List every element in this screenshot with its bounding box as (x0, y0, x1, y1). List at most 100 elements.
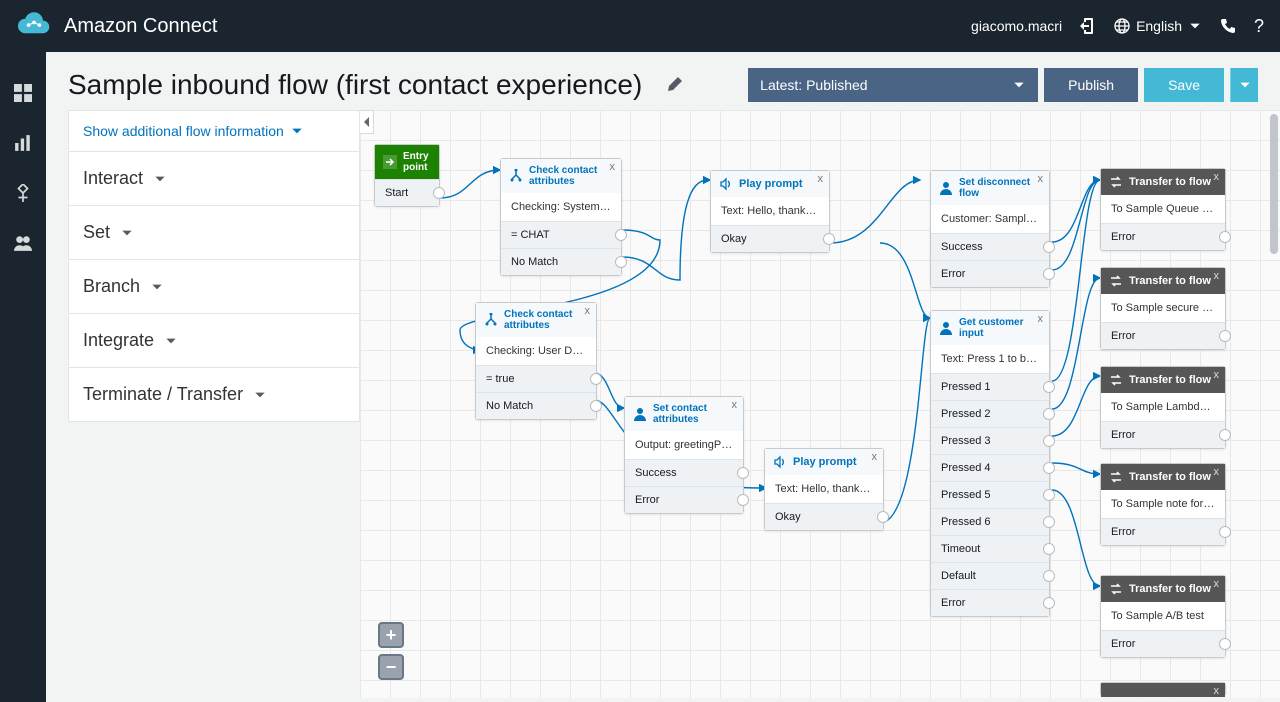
port[interactable]: Error (931, 260, 1049, 287)
node-header: Check contact attributes x (476, 303, 596, 337)
port[interactable]: Error (1101, 518, 1225, 545)
close-icon[interactable]: x (1214, 270, 1220, 282)
port[interactable]: Pressed 2 (931, 400, 1049, 427)
port[interactable]: Pressed 5 (931, 481, 1049, 508)
palette-category-interact[interactable]: Interact (69, 151, 359, 205)
chevron-down-icon (1188, 19, 1202, 33)
version-dropdown[interactable]: Latest: Published (748, 68, 1038, 102)
branch-icon (509, 169, 523, 183)
chevron-down-icon (150, 280, 164, 294)
port[interactable]: Timeout (931, 535, 1049, 562)
palette-category-terminate[interactable]: Terminate / Transfer (69, 367, 359, 421)
palette-category-set[interactable]: Set (69, 205, 359, 259)
node-set-contact-attributes[interactable]: Set contact attributes x Output: greetin… (624, 396, 744, 514)
help-button[interactable]: ? (1254, 16, 1264, 37)
port[interactable]: Error (625, 486, 743, 513)
person-icon (939, 321, 953, 335)
close-icon[interactable]: x (610, 161, 616, 173)
person-icon (633, 407, 647, 421)
node-header: Play prompt x (711, 171, 829, 197)
node-transfer-flow-6[interactable]: x (1100, 682, 1226, 696)
phone-button[interactable] (1220, 18, 1236, 34)
node-subtitle: To Sample A/B test (1101, 602, 1225, 630)
close-icon[interactable]: x (1214, 685, 1220, 697)
node-transfer-flow-2[interactable]: Transfer to flow x To Sample secure inpu… (1100, 267, 1226, 350)
port[interactable]: = CHAT (501, 221, 621, 248)
close-icon[interactable]: x (585, 305, 591, 317)
port[interactable]: Error (1101, 223, 1225, 250)
routing-icon[interactable] (14, 184, 32, 202)
node-play-prompt-2[interactable]: Play prompt x Text: Hello, thanks for ca… (764, 448, 884, 531)
port[interactable]: Success (931, 233, 1049, 260)
close-icon[interactable]: x (1214, 466, 1220, 478)
pencil-icon[interactable] (666, 77, 682, 93)
port-start[interactable]: Start (375, 179, 439, 206)
node-subtitle: Checking: User Defined, gr... (476, 337, 596, 365)
close-icon[interactable]: x (1214, 578, 1220, 590)
zoom-out-button[interactable]: − (378, 654, 404, 680)
flow-canvas[interactable]: Entry point Start Check contact attribut… (360, 110, 1280, 698)
port[interactable]: Default (931, 562, 1049, 589)
node-header: Play prompt x (765, 449, 883, 475)
node-get-customer-input[interactable]: Get customer input x Text: Press 1 to be… (930, 310, 1050, 617)
node-header: Transfer to flow x (1101, 367, 1225, 393)
collapse-palette-button[interactable] (360, 110, 374, 134)
port[interactable]: Error (1101, 630, 1225, 657)
node-transfer-flow-1[interactable]: Transfer to flow x To Sample Queue Confi… (1100, 168, 1226, 251)
port[interactable]: Error (1101, 421, 1225, 448)
save-dropdown-button[interactable] (1230, 68, 1258, 102)
close-icon[interactable]: x (1214, 171, 1220, 183)
vertical-scrollbar[interactable] (1270, 114, 1278, 254)
node-set-disconnect-flow[interactable]: Set disconnect flow x Customer: Sample d… (930, 170, 1050, 288)
close-icon[interactable]: x (872, 451, 878, 463)
page-title: Sample inbound flow (first contact exper… (68, 69, 642, 101)
save-button[interactable]: Save (1144, 68, 1224, 102)
node-subtitle: To Sample note for screen... (1101, 490, 1225, 518)
phone-icon (1220, 18, 1236, 34)
chevron-down-icon (120, 226, 134, 240)
logo[interactable]: Amazon Connect (16, 11, 217, 41)
node-header: Set contact attributes x (625, 397, 743, 431)
node-transfer-flow-3[interactable]: Transfer to flow x To Sample Lambda inte… (1100, 366, 1226, 449)
zoom-in-button[interactable]: + (378, 622, 404, 648)
node-play-prompt-1[interactable]: Play prompt x Text: Hello, thanks for co… (710, 170, 830, 253)
port[interactable]: = true (476, 365, 596, 392)
node-transfer-flow-4[interactable]: Transfer to flow x To Sample note for sc… (1100, 463, 1226, 546)
metrics-icon[interactable] (14, 134, 32, 152)
transfer-icon (1109, 175, 1123, 189)
port[interactable]: Pressed 3 (931, 427, 1049, 454)
port[interactable]: Pressed 6 (931, 508, 1049, 535)
node-header: x (1101, 683, 1225, 697)
palette-category-integrate[interactable]: Integrate (69, 313, 359, 367)
publish-button[interactable]: Publish (1044, 68, 1138, 102)
chevron-down-icon (1238, 78, 1252, 92)
dashboard-icon[interactable] (14, 84, 32, 102)
chevron-down-icon (153, 172, 167, 186)
node-check-attributes-1[interactable]: Check contact attributes x Checking: Sys… (500, 158, 622, 276)
logout-icon (1080, 18, 1096, 34)
node-entry-point[interactable]: Entry point Start (374, 144, 440, 207)
port[interactable]: Pressed 4 (931, 454, 1049, 481)
close-icon[interactable]: x (818, 173, 824, 185)
close-icon[interactable]: x (732, 399, 738, 411)
port[interactable]: Error (931, 589, 1049, 616)
port[interactable]: No Match (501, 248, 621, 275)
users-icon[interactable] (14, 234, 32, 252)
close-icon[interactable]: x (1214, 369, 1220, 381)
port[interactable]: Okay (711, 225, 829, 252)
port[interactable]: No Match (476, 392, 596, 419)
node-transfer-flow-5[interactable]: Transfer to flow x To Sample A/B test Er… (1100, 575, 1226, 658)
language-selector[interactable]: English (1114, 18, 1202, 34)
palette-category-branch[interactable]: Branch (69, 259, 359, 313)
node-check-attributes-2[interactable]: Check contact attributes x Checking: Use… (475, 302, 597, 420)
globe-icon (1114, 18, 1130, 34)
port[interactable]: Okay (765, 503, 883, 530)
port[interactable]: Error (1101, 322, 1225, 349)
logout-button[interactable] (1080, 18, 1096, 34)
port[interactable]: Success (625, 459, 743, 486)
port[interactable]: Pressed 1 (931, 373, 1049, 400)
show-flow-info-toggle[interactable]: Show additional flow information (69, 111, 359, 151)
close-icon[interactable]: x (1038, 313, 1044, 325)
close-icon[interactable]: x (1038, 173, 1044, 185)
username[interactable]: giacomo.macri (971, 18, 1062, 34)
